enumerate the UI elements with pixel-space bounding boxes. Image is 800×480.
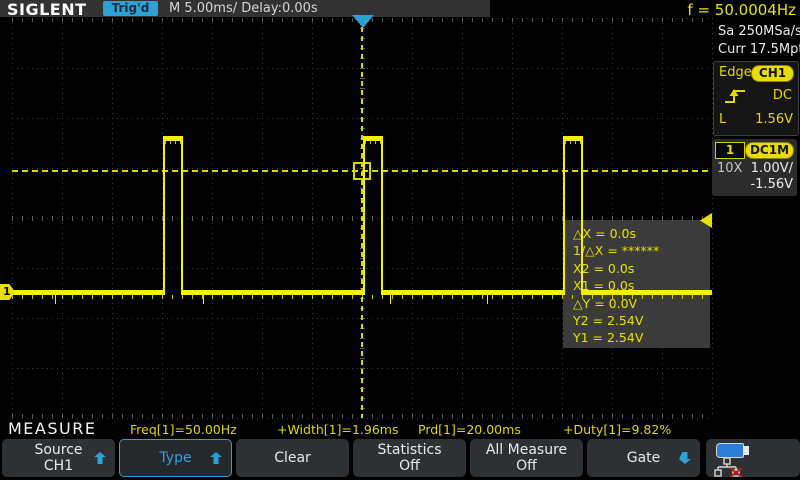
cursor-y2: Y2 = 2.54V	[573, 312, 710, 329]
all-measure-value: Off	[516, 458, 537, 474]
waveform-noise-spike	[203, 295, 204, 304]
waveform-segment	[163, 136, 165, 295]
oscilloscope-screen: SIGLENT Trig'd M 5.00ms/ Delay:0.00s f =…	[0, 0, 800, 480]
cursor-readout-panel: △X = 0.0s 1/△X = ****** X2 = 0.0s X1 = 0…	[563, 220, 710, 348]
softkey-menu: Source CH1 Type Clear Statistics Off All…	[0, 439, 800, 477]
cursor-x2: X2 = 0.0s	[573, 260, 710, 277]
submenu-up-arrow-icon	[210, 452, 222, 464]
all-measure-label: All Measure	[486, 442, 567, 458]
waveform-noise-spike	[390, 295, 391, 304]
trigger-source-badge: CH1	[751, 65, 794, 82]
cursor-delta-x: △X = 0.0s	[573, 225, 710, 242]
type-label: Type	[159, 450, 191, 466]
waveform-segment	[363, 136, 365, 295]
statistics-label: Statistics	[378, 442, 442, 458]
source-value: CH1	[44, 458, 73, 474]
waveform-segment	[181, 136, 183, 295]
channel1-info-panel[interactable]: 1 DC1M 10X 1.00V/ -1.56V	[712, 139, 797, 196]
memory-depth-readout: Curr 17.5Mpts	[718, 42, 800, 57]
trigger-type-label: Edge	[719, 65, 752, 80]
menu-button-statistics[interactable]: Statistics Off	[353, 439, 466, 477]
clear-label: Clear	[274, 450, 311, 466]
right-sidebar: Sa 250MSa/s Curr 17.5Mpts Edge CH1 DC L …	[712, 18, 800, 418]
waveform-display-area[interactable]: △X = 0.0s 1/△X = ****** X2 = 0.0s X1 = 0…	[0, 18, 712, 418]
lan-disconnected-icon	[714, 457, 744, 477]
cursor-intersection-marker[interactable]	[353, 162, 371, 180]
measurement-freq: Freq[1]=50.00Hz	[130, 422, 237, 437]
waveform-segment	[381, 136, 383, 295]
status-icons-block	[706, 439, 800, 477]
probe-attenuation-label: 10X	[717, 161, 742, 176]
usb-device-icon	[716, 443, 744, 458]
channel-scale-readout: 1.00V/	[751, 161, 793, 176]
rising-edge-icon	[723, 87, 747, 105]
cursor-y1: Y1 = 2.54V	[573, 329, 710, 346]
channel-coupling-badge: DC1M	[745, 142, 794, 159]
channel-number-badge: 1	[715, 142, 745, 159]
menu-button-source[interactable]: Source CH1	[2, 439, 115, 477]
sample-rate-readout: Sa 250MSa/s	[718, 24, 800, 39]
waveform-noise	[12, 295, 712, 299]
top-status-bar: SIGLENT Trig'd M 5.00ms/ Delay:0.00s f =…	[0, 0, 800, 18]
submenu-up-arrow-icon	[94, 452, 106, 464]
waveform-segment	[581, 136, 583, 295]
trigger-status-badge: Trig'd	[103, 1, 158, 16]
waveform-noise-spike	[487, 295, 488, 304]
siglent-logo: SIGLENT	[7, 0, 87, 19]
menu-button-clear[interactable]: Clear	[236, 439, 349, 477]
trigger-coupling-label: DC	[773, 88, 792, 103]
cursor-inv-delta-x: 1/△X = ******	[573, 242, 710, 259]
menu-button-all-measure[interactable]: All Measure Off	[470, 439, 583, 477]
menu-button-gate[interactable]: Gate	[587, 439, 700, 477]
measure-bar: MEASURE Freq[1]=50.00Hz +Width[1]=1.96ms…	[0, 419, 712, 437]
source-label: Source	[34, 442, 82, 458]
timebase-readout[interactable]: M 5.00ms/ Delay:0.00s	[169, 1, 318, 16]
measurement-duty: +Duty[1]=9.82%	[563, 422, 671, 437]
waveform-noise	[365, 141, 381, 144]
submenu-down-arrow-icon	[679, 452, 691, 464]
measure-title: MEASURE	[8, 419, 96, 438]
menu-button-type[interactable]: Type	[119, 439, 232, 477]
waveform-noise-spike	[55, 295, 56, 304]
waveform-noise	[165, 141, 181, 144]
measurement-width: +Width[1]=1.96ms	[277, 422, 399, 437]
waveform-noise	[565, 141, 581, 144]
gate-label: Gate	[627, 450, 661, 466]
trigger-info-panel[interactable]: Edge CH1 DC L 1.56V	[713, 61, 799, 136]
statistics-value: Off	[399, 458, 420, 474]
frequency-counter: f = 50.0004Hz	[687, 1, 796, 19]
trigger-level-label: L	[719, 112, 726, 127]
measurement-period: Prd[1]=20.00ms	[418, 422, 521, 437]
channel-offset-readout: -1.56V	[750, 177, 793, 192]
waveform-segment	[563, 136, 565, 295]
trigger-level-value: 1.56V	[755, 112, 793, 127]
